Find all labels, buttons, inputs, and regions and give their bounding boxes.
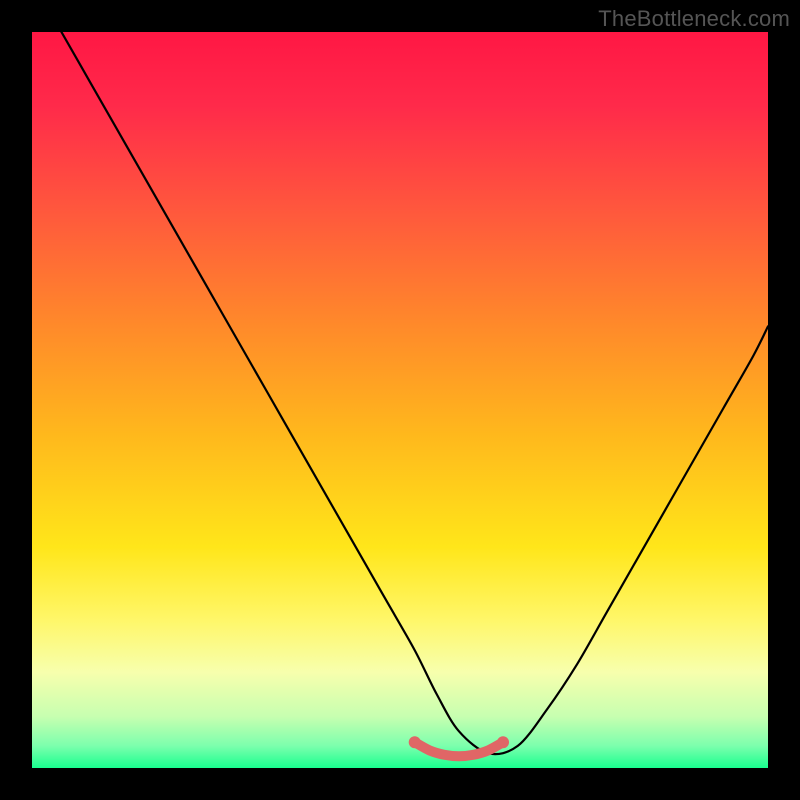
chart-svg xyxy=(32,32,768,768)
chart-frame: TheBottleneck.com xyxy=(0,0,800,800)
optimal-band-endpoint-left xyxy=(409,736,421,748)
plot-area xyxy=(32,32,768,768)
gradient-rect xyxy=(32,32,768,768)
watermark-text: TheBottleneck.com xyxy=(598,6,790,32)
optimal-band-endpoint-right xyxy=(497,736,509,748)
